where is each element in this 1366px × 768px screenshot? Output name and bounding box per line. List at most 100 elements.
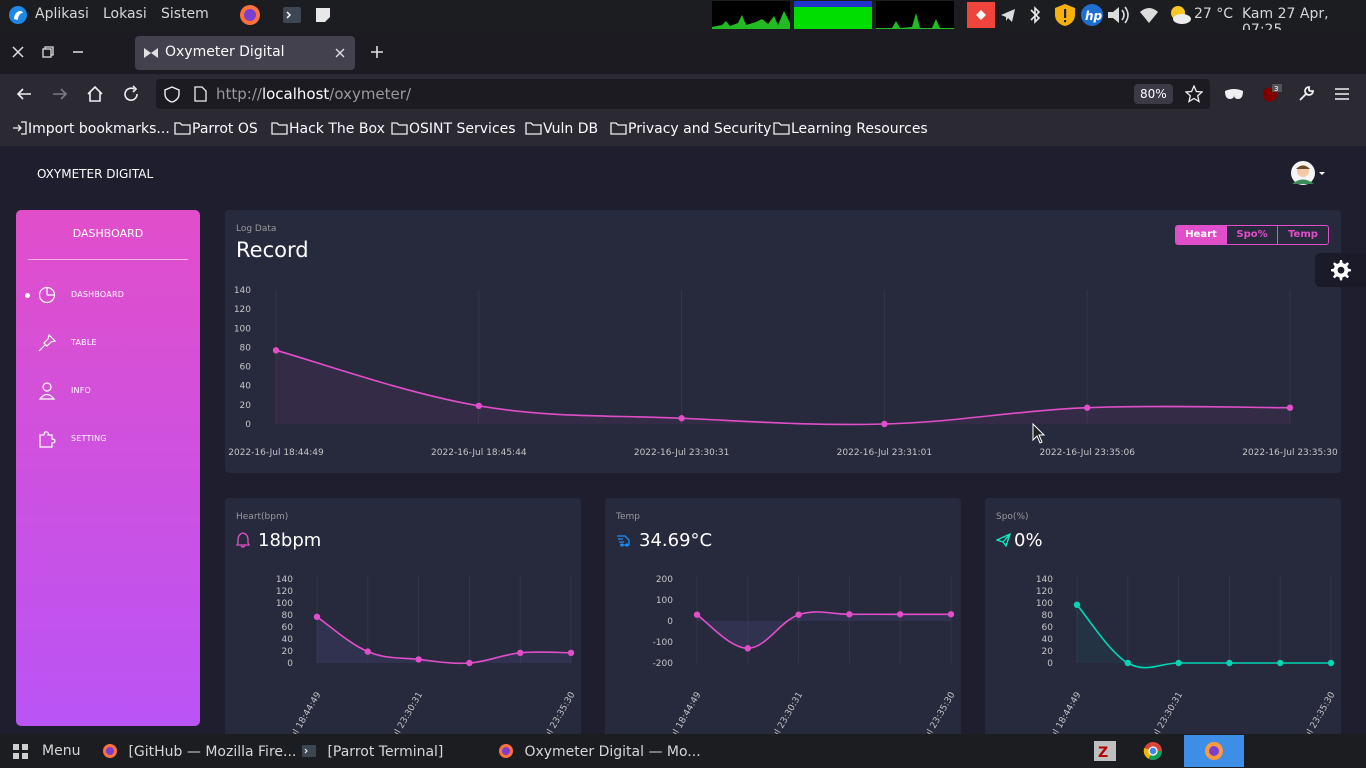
data-point <box>678 415 685 422</box>
firefox-icon <box>499 744 513 758</box>
telegram-icon[interactable] <box>999 6 1017 24</box>
tab-heart[interactable]: Heart <box>1175 225 1227 245</box>
svg-text:hp: hp <box>1085 9 1103 23</box>
chart-pie-icon <box>38 286 56 304</box>
gear-icon[interactable] <box>1328 258 1352 282</box>
x-tick-label: 16-Jul 18:44:49 <box>660 690 703 734</box>
bookmark-folder-learning[interactable]: Learning Resources <box>773 121 928 137</box>
data-point <box>272 347 280 354</box>
y-tick-label: 80 <box>282 611 294 621</box>
pin-icon <box>38 334 56 352</box>
bookmark-star-icon[interactable] <box>1185 85 1203 103</box>
terminal-launcher-icon[interactable] <box>282 5 302 25</box>
y-tick-label: 100 <box>656 596 673 606</box>
new-tab-plus-icon[interactable] <box>370 45 384 59</box>
grid-menu-icon[interactable] <box>12 743 30 761</box>
window-restore-icon[interactable] <box>41 45 55 59</box>
brand-title[interactable]: OXYMETER DIGITAL <box>37 167 153 181</box>
url-bar[interactable]: http://localhost/oxymeter/ 80% <box>156 79 1210 109</box>
bookmark-folder-hack-the-box[interactable]: Hack The Box <box>271 121 385 137</box>
sidebar-item-info[interactable]: INFO <box>16 375 200 407</box>
weather-sun-cloud-icon[interactable] <box>1168 4 1192 26</box>
x-tick-label: 2022-16-Jul 18:45:44 <box>431 448 527 458</box>
x-tick-label: 2022-16-Jul 23:31:01 <box>837 448 933 458</box>
chrome-icon[interactable] <box>1143 741 1163 761</box>
firefox-launcher-icon[interactable] <box>239 4 261 26</box>
y-tick-label: 80 <box>240 343 252 353</box>
series-area <box>317 616 571 664</box>
data-point <box>517 649 524 656</box>
filezilla-icon[interactable]: Z <box>1094 741 1116 761</box>
web-page: OXYMETER DIGITAL DASHBOARD DASHBOARD TAB… <box>0 146 1366 734</box>
reload-icon[interactable] <box>122 85 140 103</box>
forward-arrow-icon[interactable] <box>51 86 69 102</box>
notes-launcher-icon[interactable] <box>314 6 332 24</box>
data-point <box>364 648 371 655</box>
y-tick-label: 100 <box>276 599 293 609</box>
tab-spo[interactable]: Spo% <box>1226 225 1278 245</box>
tab-title: Oxymeter Digital <box>165 44 285 60</box>
zoom-level-badge[interactable]: 80% <box>1134 84 1173 104</box>
tab-close-icon[interactable] <box>334 47 346 59</box>
avatar-dropdown[interactable] <box>1290 160 1328 186</box>
bookmark-folder-osint[interactable]: OSINT Services <box>391 121 516 137</box>
tab-favicon-icon <box>144 48 158 58</box>
bookmark-folder-privacy[interactable]: Privacy and Security <box>610 121 771 137</box>
parrot-logo-icon[interactable] <box>8 5 28 25</box>
y-tick-label: 120 <box>1036 587 1053 597</box>
menu-lokasi[interactable]: Lokasi <box>103 6 147 22</box>
y-tick-label: 20 <box>1042 647 1054 657</box>
bookmark-folder-parrot-os[interactable]: Parrot OS <box>174 121 258 137</box>
folder-icon <box>525 122 542 135</box>
record-chart-card: Log Data Record 0 20 40 60 80 100 120 140 2022-1… <box>225 210 1341 473</box>
url-text[interactable]: http://localhost/oxymeter/ <box>216 85 411 103</box>
taskbar-active-firefox[interactable] <box>1184 735 1244 767</box>
wrench-icon[interactable] <box>1297 85 1315 103</box>
sidebar-item-label: DASHBOARD <box>71 290 125 299</box>
bookmark-import[interactable]: Import bookmarks... <box>12 121 170 137</box>
menu-sistem[interactable]: Sistem <box>161 6 209 22</box>
bookmark-folder-vuln-db[interactable]: Vuln DB <box>525 121 598 137</box>
tab-temp[interactable]: Temp <box>1277 225 1329 245</box>
y-tick-label: 40 <box>282 635 294 645</box>
x-tick-label: 16-Jul 18:44:49 <box>280 690 323 734</box>
shield-icon[interactable] <box>164 86 180 103</box>
data-point <box>313 613 321 620</box>
window-minimize-icon[interactable] <box>71 45 85 59</box>
page-info-icon[interactable] <box>193 86 207 102</box>
y-tick-label: 0 <box>1047 659 1053 669</box>
system-monitor-graphs[interactable] <box>712 1 954 29</box>
y-tick-label: 0 <box>245 420 251 430</box>
y-tick-label: -200 <box>653 659 674 669</box>
sidebar-title[interactable]: DASHBOARD <box>16 227 200 240</box>
wifi-icon[interactable] <box>1139 6 1159 24</box>
taskbar-window-terminal[interactable]: [Parrot Terminal] <box>301 743 443 760</box>
spo-line-chart: 0 20 40 60 80 100 120 140 16-Jul 18:44:49 16-Jul … <box>1036 575 1338 734</box>
sidebar-item-dashboard[interactable]: DASHBOARD <box>16 279 200 311</box>
back-arrow-icon[interactable] <box>15 86 33 102</box>
ublock-extension-icon[interactable]: 3 <box>1261 84 1283 104</box>
taskbar-window-oxymeter[interactable]: Oxymeter Digital — Mo... <box>498 743 701 760</box>
update-warning-icon[interactable] <box>1053 3 1077 27</box>
sidebar-item-label: SETTING <box>71 434 107 443</box>
x-tick-label: 2022-16-Jul 18:44:49 <box>228 448 324 458</box>
hp-printer-icon[interactable]: hp <box>1080 3 1104 27</box>
window-close-icon[interactable] <box>11 45 25 59</box>
menu-aplikasi[interactable]: Aplikasi <box>35 6 89 22</box>
browser-tab-active[interactable]: Oxymeter Digital <box>135 36 355 70</box>
hamburger-menu-icon[interactable] <box>1334 87 1350 101</box>
active-dot <box>25 293 30 298</box>
taskbar-menu-label[interactable]: Menu <box>42 743 80 759</box>
sidebar-item-setting[interactable]: SETTING <box>16 423 200 455</box>
home-icon[interactable] <box>86 85 104 103</box>
anydesk-icon[interactable] <box>967 2 995 28</box>
weather-temp[interactable]: 27 °C <box>1194 6 1233 22</box>
heart-line-chart: 0 20 40 60 80 100 120 140 16-Jul 18:44:49 16-Jul … <box>276 575 578 734</box>
taskbar-window-github[interactable]: [GitHub — Mozilla Fire... <box>102 743 296 760</box>
sidebar-item-table[interactable]: TABLE <box>16 327 200 359</box>
bluetooth-icon[interactable] <box>1027 5 1043 25</box>
private-mask-icon[interactable] <box>1224 87 1244 101</box>
volume-icon[interactable] <box>1106 4 1132 26</box>
series-area <box>697 611 951 649</box>
settings-fixed-plugin[interactable] <box>1315 253 1366 287</box>
